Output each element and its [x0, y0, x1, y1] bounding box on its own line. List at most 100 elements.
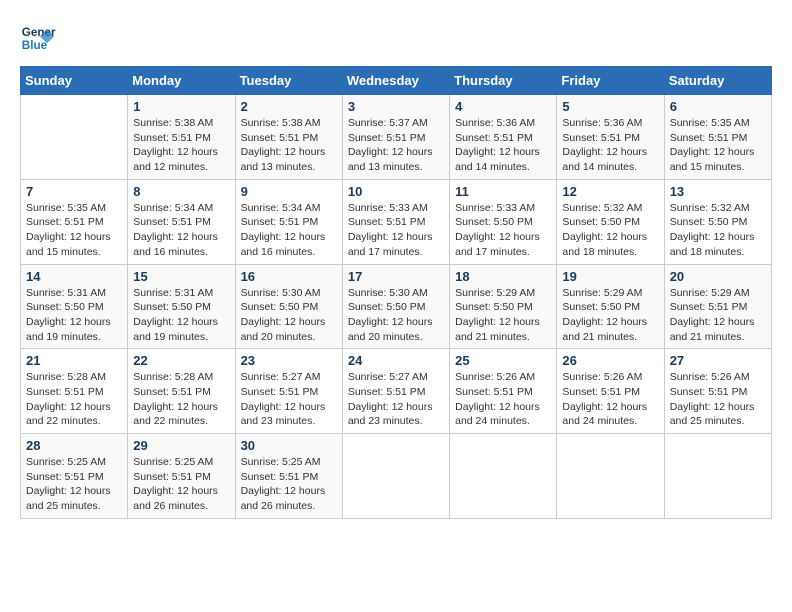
day-number: 2 — [241, 99, 337, 114]
day-info: Sunrise: 5:32 AMSunset: 5:50 PMDaylight:… — [562, 201, 658, 260]
day-number: 27 — [670, 353, 766, 368]
day-info: Sunrise: 5:35 AMSunset: 5:51 PMDaylight:… — [670, 116, 766, 175]
day-info: Sunrise: 5:25 AMSunset: 5:51 PMDaylight:… — [241, 455, 337, 514]
week-row-4: 21 Sunrise: 5:28 AMSunset: 5:51 PMDayligh… — [21, 349, 772, 434]
cell-week4-day2: 22Sunrise: 5:28 AMSunset: 5:51 PMDayligh… — [128, 349, 235, 434]
day-number: 18 — [455, 269, 551, 284]
day-number: 8 — [133, 184, 229, 199]
day-info: Sunrise: 5:35 AMSunset: 5:51 PMDaylight:… — [26, 201, 122, 260]
day-number: 12 — [562, 184, 658, 199]
day-number: 28 — [26, 438, 122, 453]
cell-week4-day5: 25 Sunrise: 5:26 AMSunset: 5:51 PMDayligh… — [450, 349, 557, 434]
day-info: Sunrise: 5:37 AMSunset: 5:51 PMDaylight:… — [348, 116, 444, 175]
cell-week4-day6: 26 Sunrise: 5:26 AMSunset: 5:51 PMDayligh… — [557, 349, 664, 434]
cell-week2-day5: 11Sunrise: 5:33 AMSunset: 5:50 PMDayligh… — [450, 179, 557, 264]
day-number: 23 — [241, 353, 337, 368]
day-number: 25 — [455, 353, 551, 368]
day-number: 21 — [26, 353, 122, 368]
header-tuesday: Tuesday — [235, 67, 342, 95]
cell-week1-day2: 1 Sunrise: 5:38 AMSunset: 5:51 PMDaylight… — [128, 95, 235, 180]
day-info: Sunrise: 5:26 AMSunset: 5:51 PMDaylight:… — [670, 370, 766, 429]
day-number: 17 — [348, 269, 444, 284]
day-info: Sunrise: 5:36 AMSunset: 5:51 PMDaylight:… — [455, 116, 551, 175]
svg-text:Blue: Blue — [22, 39, 48, 52]
cell-week3-day2: 15Sunrise: 5:31 AMSunset: 5:50 PMDayligh… — [128, 264, 235, 349]
day-info: Sunrise: 5:30 AMSunset: 5:50 PMDaylight:… — [348, 286, 444, 345]
cell-week4-day4: 24Sunrise: 5:27 AMSunset: 5:51 PMDayligh… — [342, 349, 449, 434]
day-info: Sunrise: 5:26 AMSunset: 5:51 PMDaylight:… — [455, 370, 551, 429]
header-thursday: Thursday — [450, 67, 557, 95]
cell-week5-day5 — [450, 434, 557, 519]
cell-week2-day3: 9 Sunrise: 5:34 AMSunset: 5:51 PMDaylight… — [235, 179, 342, 264]
day-info: Sunrise: 5:36 AMSunset: 5:51 PMDaylight:… — [562, 116, 658, 175]
day-info: Sunrise: 5:31 AMSunset: 5:50 PMDaylight:… — [26, 286, 122, 345]
day-number: 29 — [133, 438, 229, 453]
day-info: Sunrise: 5:32 AMSunset: 5:50 PMDaylight:… — [670, 201, 766, 260]
day-info: Sunrise: 5:26 AMSunset: 5:51 PMDaylight:… — [562, 370, 658, 429]
day-number: 5 — [562, 99, 658, 114]
calendar-table: SundayMondayTuesdayWednesdayThursdayFrid… — [20, 66, 772, 519]
header-friday: Friday — [557, 67, 664, 95]
day-number: 26 — [562, 353, 658, 368]
cell-week5-day1: 28Sunrise: 5:25 AMSunset: 5:51 PMDayligh… — [21, 434, 128, 519]
day-number: 13 — [670, 184, 766, 199]
cell-week5-day4 — [342, 434, 449, 519]
day-number: 6 — [670, 99, 766, 114]
cell-week2-day1: 7 Sunrise: 5:35 AMSunset: 5:51 PMDaylight… — [21, 179, 128, 264]
day-info: Sunrise: 5:38 AMSunset: 5:51 PMDaylight:… — [241, 116, 337, 175]
day-number: 19 — [562, 269, 658, 284]
cell-week3-day5: 18 Sunrise: 5:29 AMSunset: 5:50 PMDayligh… — [450, 264, 557, 349]
cell-week1-day7: 6 Sunrise: 5:35 AMSunset: 5:51 PMDaylight… — [664, 95, 771, 180]
header-monday: Monday — [128, 67, 235, 95]
day-info: Sunrise: 5:25 AMSunset: 5:51 PMDaylight:… — [133, 455, 229, 514]
day-info: Sunrise: 5:34 AMSunset: 5:51 PMDaylight:… — [133, 201, 229, 260]
day-info: Sunrise: 5:33 AMSunset: 5:51 PMDaylight:… — [348, 201, 444, 260]
day-info: Sunrise: 5:27 AMSunset: 5:51 PMDaylight:… — [348, 370, 444, 429]
cell-week3-day4: 17 Sunrise: 5:30 AMSunset: 5:50 PMDayligh… — [342, 264, 449, 349]
cell-week1-day1 — [21, 95, 128, 180]
cell-week1-day6: 5 Sunrise: 5:36 AMSunset: 5:51 PMDaylight… — [557, 95, 664, 180]
cell-week3-day3: 16 Sunrise: 5:30 AMSunset: 5:50 PMDayligh… — [235, 264, 342, 349]
day-number: 20 — [670, 269, 766, 284]
day-info: Sunrise: 5:38 AMSunset: 5:51 PMDaylight:… — [133, 116, 229, 175]
cell-week5-day7 — [664, 434, 771, 519]
day-number: 15 — [133, 269, 229, 284]
cell-week1-day5: 4Sunrise: 5:36 AMSunset: 5:51 PMDaylight… — [450, 95, 557, 180]
day-info: Sunrise: 5:28 AMSunset: 5:51 PMDaylight:… — [133, 370, 229, 429]
week-row-1: 1 Sunrise: 5:38 AMSunset: 5:51 PMDaylight… — [21, 95, 772, 180]
cell-week4-day3: 23 Sunrise: 5:27 AMSunset: 5:51 PMDayligh… — [235, 349, 342, 434]
day-number: 9 — [241, 184, 337, 199]
day-number: 16 — [241, 269, 337, 284]
day-number: 3 — [348, 99, 444, 114]
header-sunday: Sunday — [21, 67, 128, 95]
day-number: 1 — [133, 99, 229, 114]
cell-week3-day1: 14Sunrise: 5:31 AMSunset: 5:50 PMDayligh… — [21, 264, 128, 349]
day-info: Sunrise: 5:29 AMSunset: 5:50 PMDaylight:… — [562, 286, 658, 345]
header-saturday: Saturday — [664, 67, 771, 95]
week-row-2: 7 Sunrise: 5:35 AMSunset: 5:51 PMDaylight… — [21, 179, 772, 264]
cell-week1-day3: 2 Sunrise: 5:38 AMSunset: 5:51 PMDaylight… — [235, 95, 342, 180]
cell-week4-day1: 21 Sunrise: 5:28 AMSunset: 5:51 PMDayligh… — [21, 349, 128, 434]
cell-week5-day3: 30 Sunrise: 5:25 AMSunset: 5:51 PMDayligh… — [235, 434, 342, 519]
day-info: Sunrise: 5:28 AMSunset: 5:51 PMDaylight:… — [26, 370, 122, 429]
day-number: 10 — [348, 184, 444, 199]
page-header: General Blue — [20, 20, 772, 56]
cell-week2-day4: 10 Sunrise: 5:33 AMSunset: 5:51 PMDayligh… — [342, 179, 449, 264]
week-row-5: 28 Sunrise: 5:25 AMSunset: 5:51 PMDayligh… — [21, 434, 772, 519]
day-number: 30 — [241, 438, 337, 453]
cell-week3-day6: 19 Sunrise: 5:29 AMSunset: 5:50 PMDayligh… — [557, 264, 664, 349]
day-info: Sunrise: 5:34 AMSunset: 5:51 PMDaylight:… — [241, 201, 337, 260]
day-number: 7 — [26, 184, 122, 199]
cell-week2-day2: 8 Sunrise: 5:34 AMSunset: 5:51 PMDaylight… — [128, 179, 235, 264]
cell-week2-day6: 12 Sunrise: 5:32 AMSunset: 5:50 PMDayligh… — [557, 179, 664, 264]
header-row: SundayMondayTuesdayWednesdayThursdayFrid… — [21, 67, 772, 95]
day-info: Sunrise: 5:33 AMSunset: 5:50 PMDaylight:… — [455, 201, 551, 260]
header-wednesday: Wednesday — [342, 67, 449, 95]
cell-week1-day4: 3 Sunrise: 5:37 AMSunset: 5:51 PMDaylight… — [342, 95, 449, 180]
day-info: Sunrise: 5:27 AMSunset: 5:51 PMDaylight:… — [241, 370, 337, 429]
week-row-3: 14Sunrise: 5:31 AMSunset: 5:50 PMDayligh… — [21, 264, 772, 349]
day-info: Sunrise: 5:29 AMSunset: 5:50 PMDaylight:… — [455, 286, 551, 345]
day-info: Sunrise: 5:29 AMSunset: 5:51 PMDaylight:… — [670, 286, 766, 345]
day-info: Sunrise: 5:30 AMSunset: 5:50 PMDaylight:… — [241, 286, 337, 345]
cell-week3-day7: 20 Sunrise: 5:29 AMSunset: 5:51 PMDayligh… — [664, 264, 771, 349]
